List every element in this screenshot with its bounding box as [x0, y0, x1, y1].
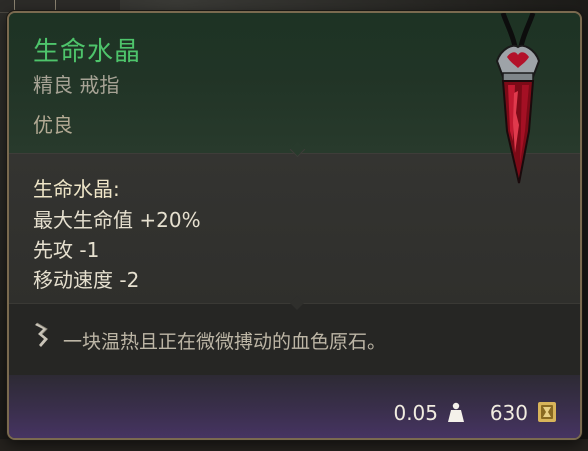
blood-crystal-pendant-icon: [495, 13, 541, 184]
item-description: 一块温热且正在微微搏动的血色原石。: [63, 331, 387, 353]
feather-quill-icon: [35, 322, 48, 347]
background-bottom-bar: [0, 439, 588, 451]
item-name: 生命水晶: [33, 37, 142, 67]
item-price: 630: [489, 401, 528, 425]
stats-header: 生命水晶:: [33, 177, 120, 201]
gold-coin-icon: [538, 402, 556, 422]
item-weight: 0.05: [393, 401, 438, 425]
game-screen: 生命水晶 精良 戒指 优良 生命水晶: 最大生命值 +20% 先攻 -1 移动速…: [0, 0, 588, 451]
item-type: 精良 戒指: [33, 73, 120, 97]
stat-line: 先攻 -1: [33, 238, 100, 262]
weight-icon: [448, 402, 464, 422]
item-rarity: 优良: [33, 113, 73, 137]
stat-line: 最大生命值 +20%: [33, 208, 201, 232]
item-tooltip: 生命水晶 精良 戒指 优良 生命水晶: 最大生命值 +20% 先攻 -1 移动速…: [7, 11, 582, 440]
stat-line: 移动速度 -2: [33, 268, 140, 292]
